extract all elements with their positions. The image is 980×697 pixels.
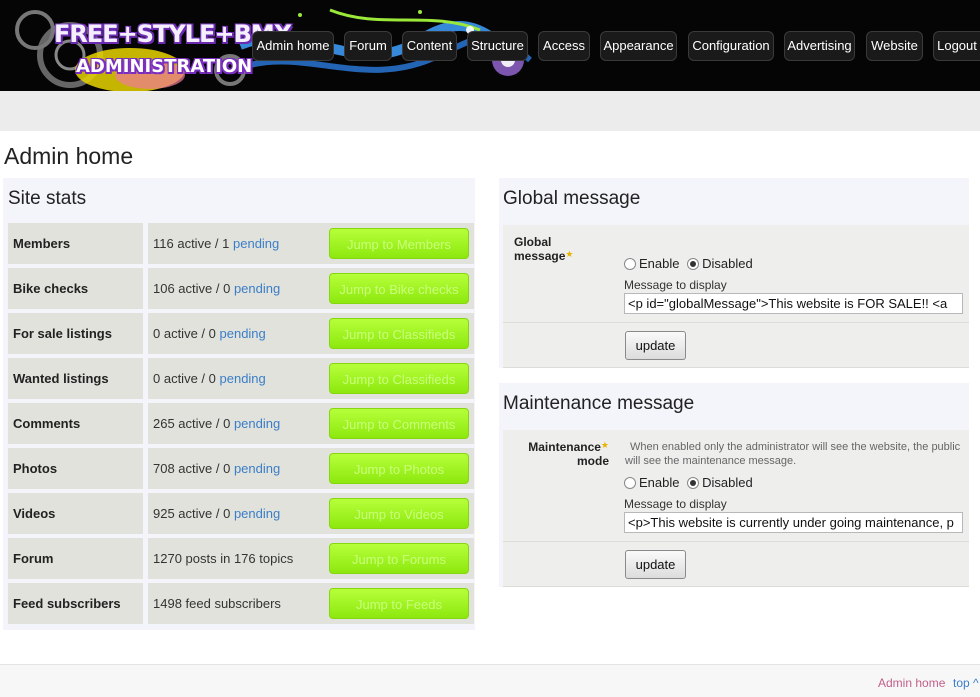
pending-link[interactable]: pending	[234, 461, 280, 476]
jump-to-photos-button[interactable]: Jump to Photos	[329, 453, 469, 484]
pending-link[interactable]: pending	[220, 371, 266, 386]
global-message-input[interactable]: <p id="globalMessage">This website is FO…	[624, 293, 963, 314]
maintenance-message-panel: Maintenance message Maintenance★ mode Wh…	[499, 383, 969, 587]
nav-configuration[interactable]: Configuration	[688, 31, 774, 61]
field-label-text: Global message	[514, 235, 566, 263]
stat-row-feed-subscribers: Feed subscribers 1498 feed subscribers J…	[8, 583, 474, 624]
site-stats-panel: Site stats Members 116 active / 1 pendin…	[3, 178, 475, 630]
pending-link[interactable]: pending	[234, 506, 280, 521]
pending-link[interactable]: pending	[234, 416, 280, 431]
disabled-label: Disabled	[702, 256, 753, 271]
nav-logout[interactable]: Logout	[933, 31, 980, 61]
stat-label: Forum	[8, 538, 143, 579]
stat-label: Feed subscribers	[8, 583, 143, 624]
pending-link[interactable]: pending	[233, 236, 279, 251]
jump-to-classifieds-button[interactable]: Jump to Classifieds	[329, 318, 469, 349]
global-message-label: Global message★	[511, 235, 609, 263]
jump-to-videos-button[interactable]: Jump to Videos	[329, 498, 469, 529]
stat-count: 1270 posts in 176 topics	[153, 551, 294, 566]
disabled-radio[interactable]	[687, 258, 700, 270]
maintenance-update-button[interactable]: update	[625, 550, 686, 579]
stat-row-wanted: Wanted listings 0 active / 0 pending Jum…	[8, 358, 474, 399]
maintenance-radios: Enable Disabled	[624, 475, 753, 490]
pending-link[interactable]: pending	[220, 326, 266, 341]
enable-radio[interactable]	[624, 258, 636, 270]
stat-label: Photos	[8, 448, 143, 489]
enable-label: Enable	[639, 475, 680, 490]
nav-structure[interactable]: Structure	[467, 31, 528, 61]
stat-row-members: Members 116 active / 1 pending Jump to M…	[8, 223, 474, 264]
stat-label: Members	[8, 223, 143, 264]
jump-to-members-button[interactable]: Jump to Members	[329, 228, 469, 259]
stat-label: Videos	[8, 493, 143, 534]
jump-to-bike-checks-button[interactable]: Jump to Bike checks	[329, 273, 469, 304]
pending-link[interactable]: pending	[234, 281, 280, 296]
footer	[0, 665, 980, 697]
nav-forum[interactable]: Forum	[344, 31, 392, 61]
field-label-text: Maintenance	[528, 440, 601, 454]
stat-count: 0 active / 0	[153, 371, 216, 386]
jump-to-forums-button[interactable]: Jump to Forums	[329, 543, 469, 574]
stat-row-photos: Photos 708 active / 0 pending Jump to Ph…	[8, 448, 474, 489]
stat-count: 925 active / 0	[153, 506, 231, 521]
stat-label: Wanted listings	[8, 358, 143, 399]
global-update-button[interactable]: update	[625, 331, 686, 360]
maintenance-mode-row: Maintenance★ mode When enabled only the …	[503, 430, 969, 542]
disabled-radio[interactable]	[687, 477, 700, 489]
stat-row-videos: Videos 925 active / 0 pending Jump to Vi…	[8, 493, 474, 534]
footer-top-link[interactable]: top ^	[953, 676, 979, 690]
site-stats-title: Site stats	[8, 188, 87, 209]
nav-advertising[interactable]: Advertising	[784, 31, 855, 61]
footer-admin-home-link[interactable]: Admin home	[878, 676, 945, 690]
stat-label: Bike checks	[8, 268, 143, 309]
global-update-row: update	[503, 323, 969, 368]
enable-radio[interactable]	[624, 477, 636, 489]
stat-count: 116 active / 1	[153, 236, 230, 251]
global-message-title: Global message	[503, 188, 641, 209]
nav-admin-home[interactable]: Admin home	[252, 31, 334, 61]
nav-access[interactable]: Access	[538, 31, 590, 61]
maintenance-update-row: update	[503, 542, 969, 587]
subheader-band	[0, 91, 980, 131]
disabled-label: Disabled	[702, 475, 753, 490]
stat-count: 1498 feed subscribers	[153, 596, 281, 611]
required-star-icon: ★	[600, 440, 609, 450]
global-message-panel: Global message Global message★ Enable Di…	[499, 178, 969, 368]
enable-label: Enable	[639, 256, 680, 271]
stat-row-bike-checks: Bike checks 106 active / 0 pending Jump …	[8, 268, 474, 309]
nav-content[interactable]: Content	[402, 31, 457, 61]
page-title: Admin home	[4, 143, 134, 169]
global-message-row: Global message★ Enable Disabled Message …	[503, 225, 969, 323]
maintenance-message-input[interactable]: <p>This website is currently under going…	[624, 512, 963, 533]
field-label-text: mode	[576, 454, 609, 468]
maintenance-message-title: Maintenance message	[503, 393, 695, 414]
jump-to-feeds-button[interactable]: Jump to Feeds	[329, 588, 469, 619]
admin-logo[interactable]: FREE+STYLE+BMX ADMINISTRATION	[54, 20, 292, 82]
jump-to-classifieds-button[interactable]: Jump to Classifieds	[329, 363, 469, 394]
stat-count: 106 active / 0	[153, 281, 231, 296]
nav-website[interactable]: Website	[866, 31, 923, 61]
stat-count: 0 active / 0	[153, 326, 216, 341]
maintenance-help-text: When enabled only the administrator will…	[625, 441, 961, 467]
header: FREE+STYLE+BMX ADMINISTRATION Admin home…	[0, 0, 980, 91]
stat-label: For sale listings	[8, 313, 143, 354]
stat-count: 708 active / 0	[153, 461, 231, 476]
maintenance-mode-label: Maintenance★ mode	[511, 440, 609, 468]
stat-row-comments: Comments 265 active / 0 pending Jump to …	[8, 403, 474, 444]
stat-row-for-sale: For sale listings 0 active / 0 pending J…	[8, 313, 474, 354]
stat-count: 265 active / 0	[153, 416, 231, 431]
jump-to-comments-button[interactable]: Jump to Comments	[329, 408, 469, 439]
global-message-radios: Enable Disabled	[624, 256, 753, 271]
required-star-icon: ★	[565, 249, 574, 259]
message-to-display-label: Message to display	[624, 497, 727, 511]
stat-label: Comments	[8, 403, 143, 444]
stat-row-forum: Forum 1270 posts in 176 topics Jump to F…	[8, 538, 474, 579]
message-to-display-label: Message to display	[624, 278, 727, 292]
logo-subtitle: ADMINISTRATION	[76, 56, 253, 77]
nav-appearance[interactable]: Appearance	[600, 31, 677, 61]
